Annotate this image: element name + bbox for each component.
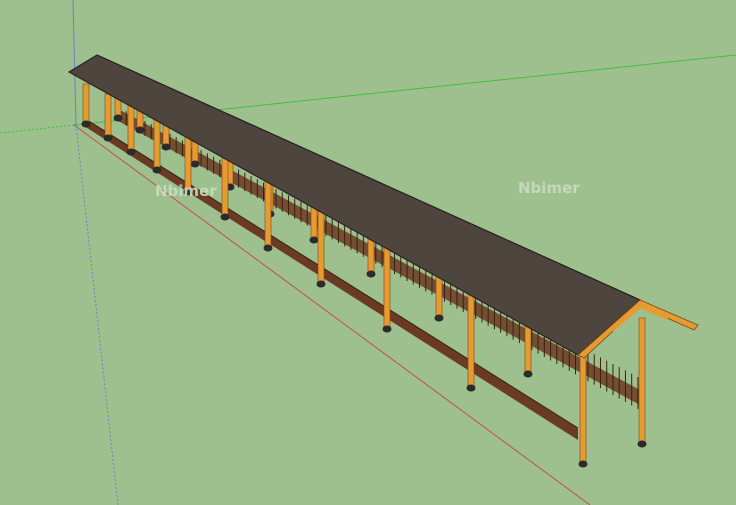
back-post-footing [637, 440, 647, 448]
front-post-footing [81, 120, 91, 128]
modeling-viewport[interactable]: Nbimer Nbimer [0, 0, 736, 505]
front-post-footing [316, 280, 326, 288]
front-post-footing [466, 384, 476, 392]
back-post-footing [135, 126, 145, 134]
front-post-footing [263, 244, 273, 252]
back-post-footing [523, 370, 533, 378]
roof-plane [67, 54, 642, 356]
back-post-footing [113, 114, 123, 122]
front-post-footing [578, 460, 588, 468]
front-post [82, 83, 90, 123]
back-post-footing [161, 143, 171, 151]
front-post-footing [126, 148, 136, 156]
back-post-footing [309, 236, 319, 244]
front-post [104, 93, 112, 137]
back-post-footing [190, 160, 200, 168]
front-post [153, 115, 161, 169]
watermark-right: Nbimer [518, 179, 580, 197]
watermark-left: Nbimer [155, 182, 217, 200]
blue-axis-dotted [75, 124, 119, 505]
front-post-footing [382, 325, 392, 333]
3d-scene[interactable]: Nbimer Nbimer [0, 0, 736, 505]
back-post-footing [366, 270, 376, 278]
front-post-footing [103, 134, 113, 142]
front-post-footing [152, 166, 162, 174]
back-post [638, 317, 646, 443]
back-post-footing [434, 314, 444, 322]
front-post [127, 103, 135, 151]
front-post [579, 339, 587, 463]
blue-axis [72, 0, 77, 126]
front-post-footing [220, 213, 230, 221]
green-axis-dotted [0, 124, 75, 134]
